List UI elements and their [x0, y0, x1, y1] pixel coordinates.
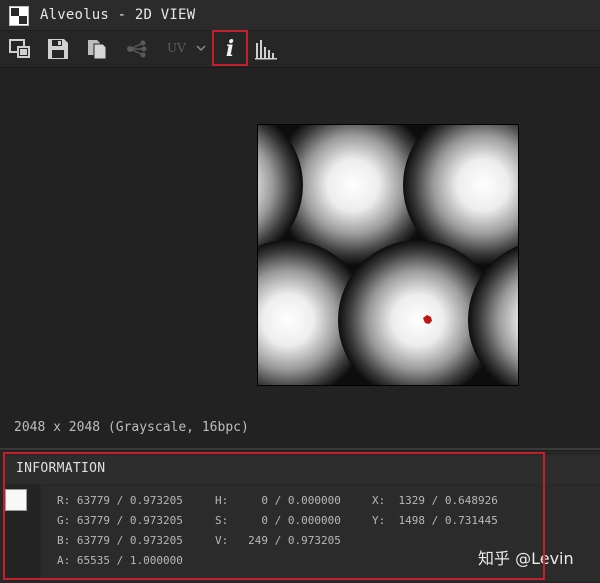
uv-label: UV [167, 41, 186, 55]
information-toggle-button[interactable]: i [212, 30, 248, 66]
image-dimensions: 2048 x 2048 (Grayscale, 16bpc) [14, 420, 249, 435]
copy-icon[interactable] [83, 35, 111, 63]
share-graph-icon[interactable] [123, 35, 151, 63]
panel-splitter[interactable] [0, 448, 600, 450]
texture-preview[interactable] [257, 124, 519, 386]
save-icon[interactable] [44, 35, 72, 63]
histogram-icon[interactable] [252, 35, 280, 63]
info-icon: i [225, 36, 235, 62]
information-panel-highlight [3, 452, 545, 580]
title-bar: Alveolus - 2D VIEW [0, 0, 600, 30]
toolbar: UV [0, 31, 600, 68]
export-view-icon[interactable] [6, 35, 34, 63]
chevron-down-icon [196, 45, 206, 52]
window-title: Alveolus - 2D VIEW [40, 7, 196, 23]
uv-set-dropdown[interactable]: UV [161, 35, 209, 63]
checkerboard-icon [9, 6, 29, 26]
